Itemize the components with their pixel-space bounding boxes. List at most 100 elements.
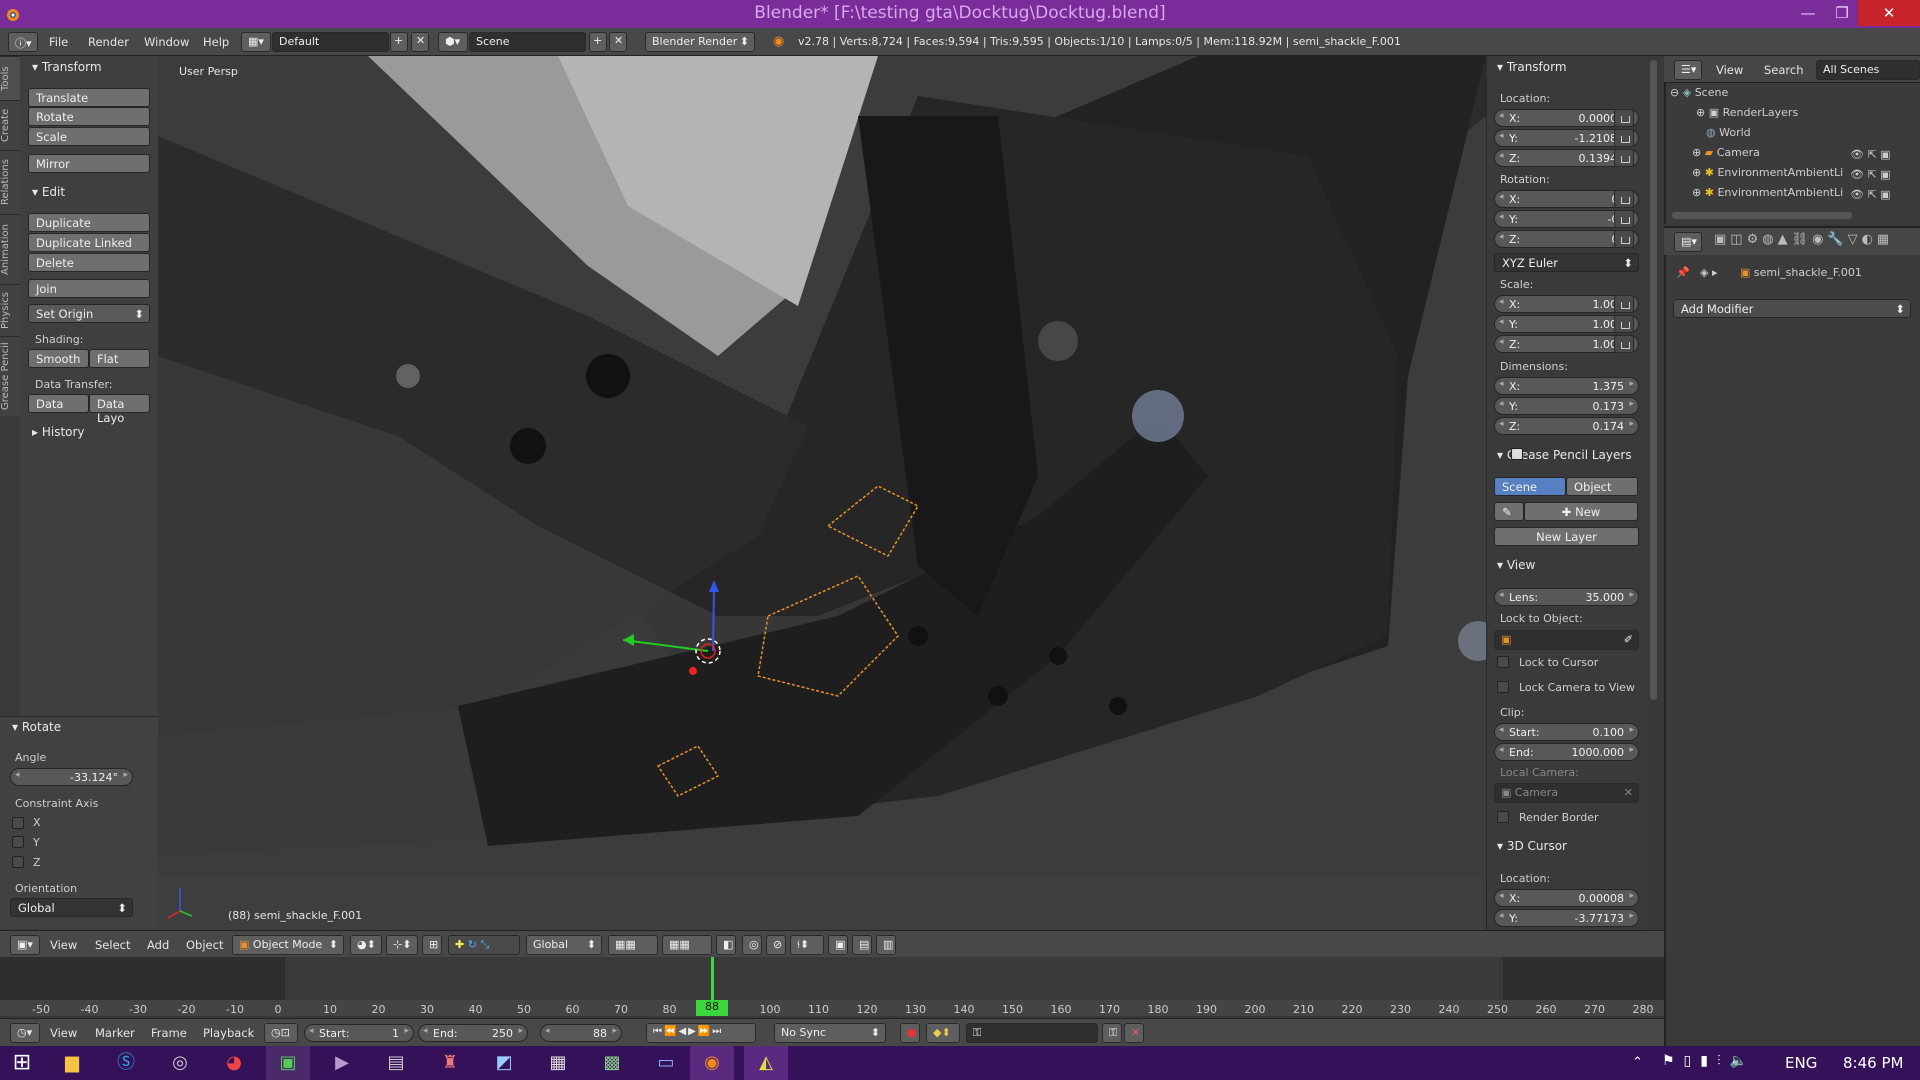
clip-start-field[interactable]: ◂ Start: 0.100 ▸ — [1494, 723, 1639, 741]
game-app-icon[interactable]: ♜ — [428, 1046, 472, 1080]
translate-button[interactable]: Translate — [28, 88, 150, 107]
layer-buttons-left[interactable]: ▦▦ — [608, 935, 658, 955]
data-button[interactable]: Data — [28, 394, 89, 413]
info-editor-type-icon[interactable]: ⓘ▾ — [8, 32, 38, 52]
viewport-shading-select[interactable]: ◕⬍ — [350, 935, 382, 955]
add-modifier-select[interactable]: Add Modifier ⬍ — [1673, 299, 1911, 318]
menu-render[interactable]: Render — [88, 35, 129, 49]
tab-grease-pencil[interactable]: Grease Pencil — [0, 336, 20, 416]
scene-field[interactable]: Scene — [469, 32, 586, 52]
outliner-view-menu[interactable]: View — [1716, 63, 1743, 77]
opengl-anim-icon[interactable]: ▥ — [876, 935, 896, 955]
app-green-icon[interactable]: ▣ — [266, 1046, 310, 1080]
interaction-mode-select[interactable]: ▣ Object Mode ⬍ — [232, 935, 344, 955]
outliner-editor-type-icon[interactable]: ☰▾ — [1674, 60, 1702, 80]
outliner-scrollbar[interactable] — [1672, 212, 1852, 219]
opengl-render-icon[interactable]: ▤ — [852, 935, 872, 955]
3d-view-editor-type-icon[interactable]: ▣▾ — [10, 935, 40, 955]
preview-range-icons[interactable]: ◷⊡ — [264, 1023, 298, 1043]
close-button[interactable]: ✕ — [1858, 0, 1920, 26]
skype-icon[interactable]: Ⓢ — [104, 1046, 148, 1080]
timeline-editor-type-icon[interactable]: ◷▾ — [10, 1023, 40, 1043]
set-origin-select[interactable]: Set Origin ⬍ — [28, 304, 150, 323]
maximize-button[interactable]: ❐ — [1822, 0, 1862, 26]
taskbar-clock[interactable]: 8:46 PM — [1843, 1054, 1903, 1072]
constraint-y-checkbox[interactable] — [12, 836, 24, 848]
3d-view-menu-view[interactable]: View — [50, 938, 77, 952]
tray-overflow-icon[interactable]: ⌃ — [1632, 1055, 1643, 1070]
3d-view-menu-add[interactable]: Add — [147, 938, 169, 952]
cursor-x-field[interactable]: ◂ X: 0.00008 ▸ — [1494, 889, 1639, 907]
render-preview-icon[interactable]: ▣ — [828, 935, 848, 955]
tab-create[interactable]: Create — [0, 100, 20, 150]
manipulator-toggle-icon[interactable]: ⊞ — [422, 935, 442, 955]
screen-layout-icon[interactable]: ▦▾ — [241, 32, 271, 52]
remove-layout-icon[interactable]: ✕ — [411, 32, 429, 52]
keying-set-icon[interactable]: ◆⬍ — [926, 1023, 960, 1043]
rotation-mode-select[interactable]: XYZ Euler ⬍ — [1494, 253, 1639, 272]
terminal-icon[interactable]: ▤ — [374, 1046, 418, 1080]
mirror-button[interactable]: Mirror — [28, 154, 150, 173]
lock-camera-to-view-checkbox[interactable] — [1497, 681, 1509, 693]
lock-scale-y-icon[interactable] — [1614, 315, 1634, 333]
pin-icon[interactable]: 📌 — [1676, 266, 1690, 279]
add-layout-icon[interactable]: + — [390, 32, 408, 52]
photos-icon[interactable]: ▭ — [644, 1046, 688, 1080]
outliner-item-renderlayers[interactable]: ⊕ ▣ RenderLayers — [1696, 106, 1798, 119]
texture-tool-icon[interactable]: ◭ — [744, 1046, 788, 1080]
lock-rotation-z-icon[interactable] — [1614, 230, 1634, 248]
outliner-display-mode[interactable]: All Scenes — [1816, 60, 1920, 80]
delete-keyframe-icon[interactable]: ✕ — [1124, 1023, 1144, 1043]
3d-cursor-panel-header[interactable]: ▾ 3D Cursor — [1497, 839, 1567, 853]
scale-button[interactable]: Scale — [28, 127, 150, 146]
remove-scene-icon[interactable]: ✕ — [609, 32, 627, 52]
outliner-item-scene[interactable]: ⊖ ◈ Scene — [1670, 86, 1910, 103]
snap-toggle-icon[interactable]: ⊘ — [766, 935, 786, 955]
gp-scene-button[interactable]: Scene — [1494, 477, 1566, 496]
windows-start-icon[interactable]: ⊞ — [0, 1046, 44, 1080]
visibility-eye-icon[interactable]: 👁 ⇱ ▣ — [1850, 148, 1891, 161]
constraint-z-checkbox[interactable] — [12, 856, 24, 868]
outliner-item-env-light-2[interactable]: ⊕ ✱ EnvironmentAmbientLi — [1692, 186, 1843, 199]
chrome-icon[interactable]: ◕ — [212, 1046, 256, 1080]
render-engine-select[interactable]: Blender Render ⬍ — [645, 32, 755, 52]
data-layout-button[interactable]: Data Layo — [89, 394, 150, 425]
gp-new-layer-button[interactable]: New Layer — [1494, 527, 1639, 546]
lock-rotation-y-icon[interactable] — [1614, 210, 1634, 228]
steam-icon[interactable]: ◎ — [158, 1046, 202, 1080]
timeline-menu-marker[interactable]: Marker — [95, 1026, 135, 1040]
3d-viewport[interactable]: User Persp (88) semi_shackle_F.001 — [158, 56, 1486, 930]
clip-end-field[interactable]: ◂ End: 1000.000 ▸ — [1494, 743, 1639, 761]
sync-mode-select[interactable]: No Sync ⬍ — [774, 1023, 886, 1043]
duplicate-linked-button[interactable]: Duplicate Linked — [28, 233, 150, 252]
layer-lock-icon[interactable]: ◧ — [716, 935, 736, 955]
lock-to-cursor-checkbox[interactable] — [1497, 656, 1509, 668]
menu-help[interactable]: Help — [203, 35, 229, 49]
current-frame-field[interactable]: ◂ 88 ▸ — [540, 1024, 622, 1042]
notes-app-icon[interactable]: ◩ — [482, 1046, 526, 1080]
delete-button[interactable]: Delete — [28, 253, 150, 272]
pivot-point-select[interactable]: ⊹⬍ — [386, 935, 418, 955]
timeline-menu-view[interactable]: View — [50, 1026, 77, 1040]
lock-location-y-icon[interactable] — [1614, 129, 1634, 147]
transform-orientation-select[interactable]: Global ⬍ — [526, 935, 602, 955]
image-tool-icon[interactable]: ▦ — [536, 1046, 580, 1080]
properties-scrollbar[interactable] — [1650, 60, 1657, 700]
properties-editor-type-icon[interactable]: ▤▾ — [1674, 232, 1702, 252]
current-frame-marker[interactable]: 88 — [696, 1000, 728, 1016]
edit-panel-header[interactable]: ▾ Edit — [32, 185, 65, 199]
screen-layout-field[interactable]: Default — [272, 32, 389, 52]
tab-relations[interactable]: Relations — [0, 150, 20, 214]
render-border-checkbox[interactable] — [1497, 811, 1509, 823]
eyedropper-icon[interactable]: ✐ — [1624, 633, 1633, 646]
playback-controls[interactable]: ⏮⏪◀▶⏩⏭ — [646, 1023, 756, 1043]
transform-properties-header[interactable]: ▾ Transform — [1497, 60, 1567, 74]
visibility-eye-icon[interactable]: 👁 ⇱ ▣ — [1850, 188, 1891, 201]
insert-keyframe-icon[interactable]: ⚿ — [1102, 1023, 1122, 1043]
menu-file[interactable]: File — [49, 35, 68, 49]
menu-window[interactable]: Window — [144, 35, 189, 49]
outliner-item-camera[interactable]: ⊕ ▰ Camera — [1692, 146, 1760, 159]
gp-pencil-icon[interactable]: ✎ — [1494, 502, 1524, 521]
rotate-button[interactable]: Rotate — [28, 107, 150, 126]
input-language[interactable]: ENG — [1785, 1054, 1817, 1072]
